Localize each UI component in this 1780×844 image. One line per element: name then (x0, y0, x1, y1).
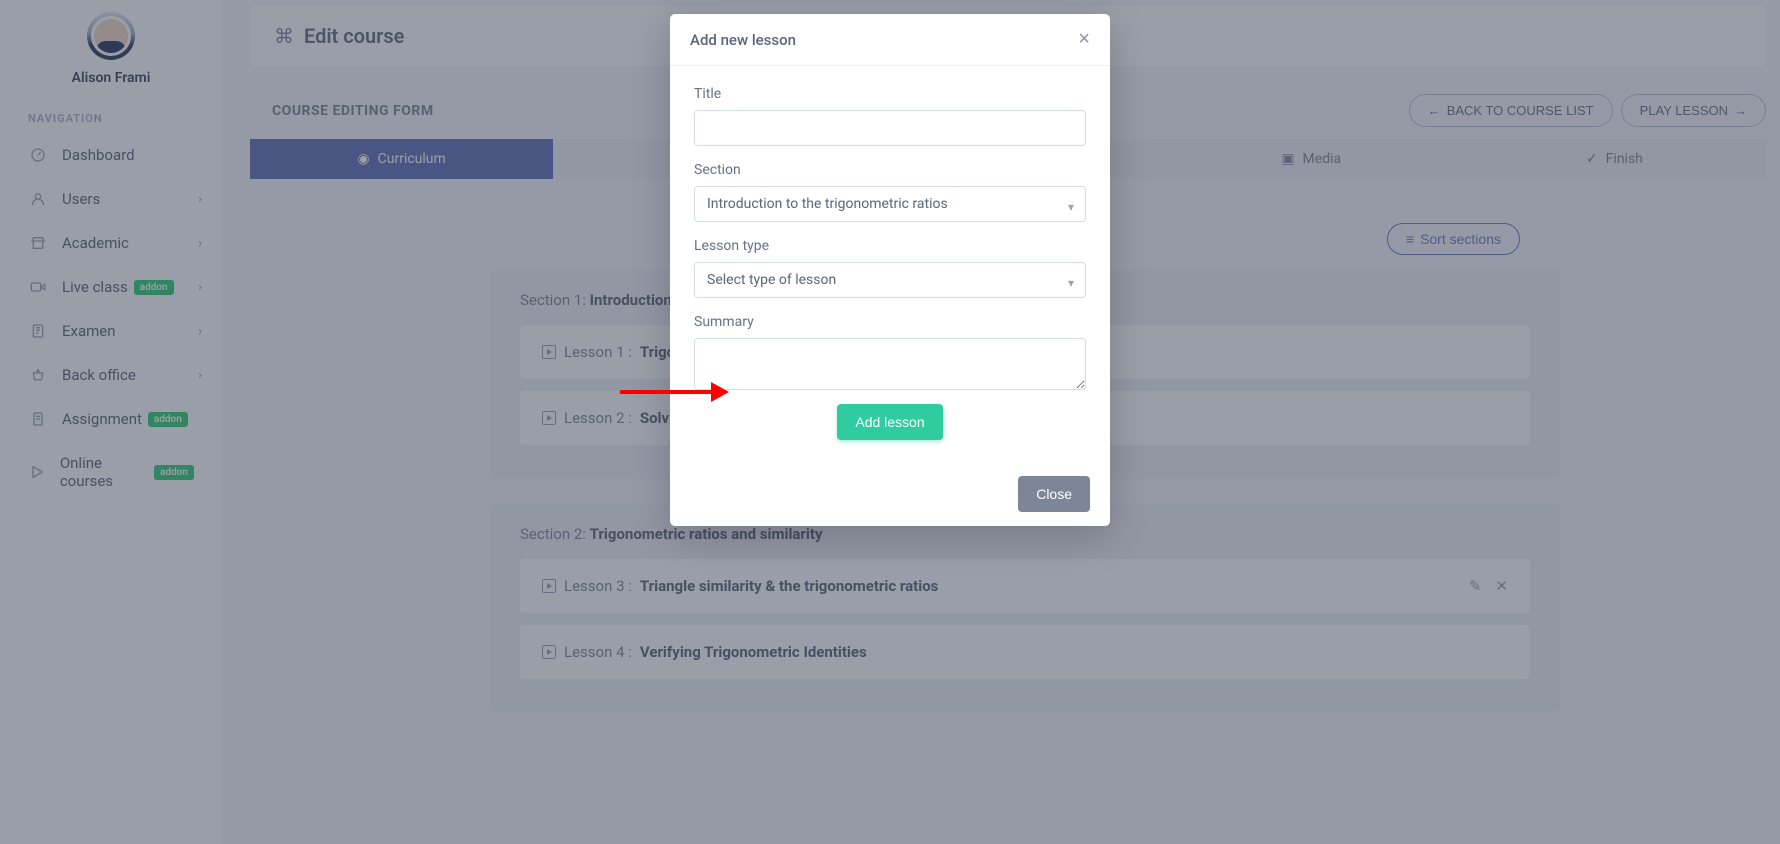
add-lesson-modal: Add new lesson × Title Section Introduct… (670, 14, 1110, 526)
close-icon[interactable]: × (1078, 28, 1090, 51)
modal-title: Add new lesson (690, 31, 796, 49)
summary-textarea[interactable] (694, 338, 1086, 390)
modal-footer: Close (670, 462, 1110, 526)
modal-body: Title Section Introduction to the trigon… (670, 66, 1110, 462)
section-label: Section (694, 162, 1086, 178)
add-lesson-button[interactable]: Add lesson (837, 404, 942, 440)
modal-header: Add new lesson × (670, 14, 1110, 66)
lesson-type-label: Lesson type (694, 238, 1086, 254)
modal-overlay[interactable]: Add new lesson × Title Section Introduct… (0, 0, 1780, 844)
title-input[interactable] (694, 110, 1086, 146)
close-button[interactable]: Close (1018, 476, 1090, 512)
select-value: Select type of lesson (707, 272, 836, 288)
summary-label: Summary (694, 314, 1086, 330)
lesson-type-select[interactable]: Select type of lesson (694, 262, 1086, 298)
section-select[interactable]: Introduction to the trigonometric ratios (694, 186, 1086, 222)
title-label: Title (694, 86, 1086, 102)
select-value: Introduction to the trigonometric ratios (707, 196, 948, 212)
